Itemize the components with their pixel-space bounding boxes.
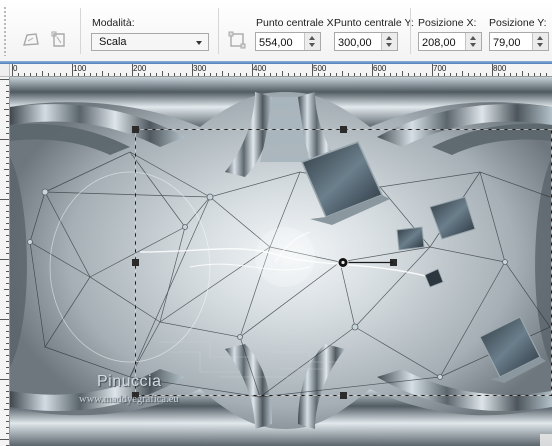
- mode-dropdown-value: Scala: [99, 36, 127, 48]
- ruler-label: 100: [73, 64, 87, 73]
- position-x-label: Posizione X:: [418, 17, 477, 29]
- artwork: [10, 77, 552, 446]
- center-x-label: Punto centrale X:: [256, 17, 337, 29]
- ruler-label: 600: [373, 64, 387, 73]
- center-y-label: Punto centrale Y:: [334, 17, 414, 29]
- center-x-input[interactable]: [256, 34, 302, 52]
- perspective-mode-icon[interactable]: [48, 29, 70, 51]
- center-y-input[interactable]: [335, 34, 381, 52]
- ruler-label: 200: [133, 64, 147, 73]
- separator: [410, 8, 411, 54]
- center-x-field[interactable]: [255, 32, 321, 52]
- center-y-spinner[interactable]: [381, 33, 397, 50]
- mode-label: Modalità:: [92, 17, 135, 29]
- watermark-title: Pinuccia: [97, 373, 162, 390]
- toolbar-grip[interactable]: [3, 6, 7, 56]
- ruler-corner: [0, 64, 10, 77]
- tool-options-bar: Modalità: Scala Punto centrale X: Punto …: [0, 0, 552, 62]
- reset-transform-icon[interactable]: [226, 29, 248, 51]
- position-x-spinner[interactable]: [465, 33, 481, 50]
- ruler-label: 300: [193, 64, 207, 73]
- resize-handle: [340, 126, 347, 133]
- ruler-label: 0: [13, 64, 18, 73]
- pivot-point: [337, 257, 349, 268]
- ruler-label: 800: [493, 64, 507, 73]
- position-y-field[interactable]: [489, 32, 549, 52]
- vertical-ruler[interactable]: [0, 77, 10, 446]
- ruler-label: 400: [253, 64, 267, 73]
- center-y-field[interactable]: [334, 32, 398, 52]
- position-x-input[interactable]: [419, 34, 465, 52]
- watermark-url: www.maddyegrafica.eu: [79, 394, 179, 405]
- position-y-input[interactable]: [490, 34, 536, 52]
- image-canvas[interactable]: Pinuccia www.maddyegrafica.eu: [10, 77, 552, 446]
- position-y-spinner[interactable]: [532, 33, 548, 50]
- separator: [80, 8, 81, 54]
- resize-handle: [132, 259, 139, 266]
- ruler-ticks: [12, 64, 547, 76]
- horizontal-ruler[interactable]: 0 100 200 300 400 500 600 700 800: [10, 64, 552, 77]
- center-x-spinner[interactable]: [304, 33, 320, 50]
- ruler-label: 700: [433, 64, 447, 73]
- resize-handle: [340, 392, 347, 399]
- mode-dropdown[interactable]: Scala: [91, 33, 209, 51]
- ruler-ticks: [0, 79, 9, 446]
- position-y-label: Posizione Y:: [489, 17, 547, 29]
- resize-handle: [132, 126, 139, 133]
- ruler-label: 500: [313, 64, 327, 73]
- separator: [218, 8, 219, 54]
- chevron-down-icon: [196, 41, 202, 45]
- position-x-field[interactable]: [418, 32, 482, 52]
- deform-mode-icon[interactable]: [20, 29, 42, 51]
